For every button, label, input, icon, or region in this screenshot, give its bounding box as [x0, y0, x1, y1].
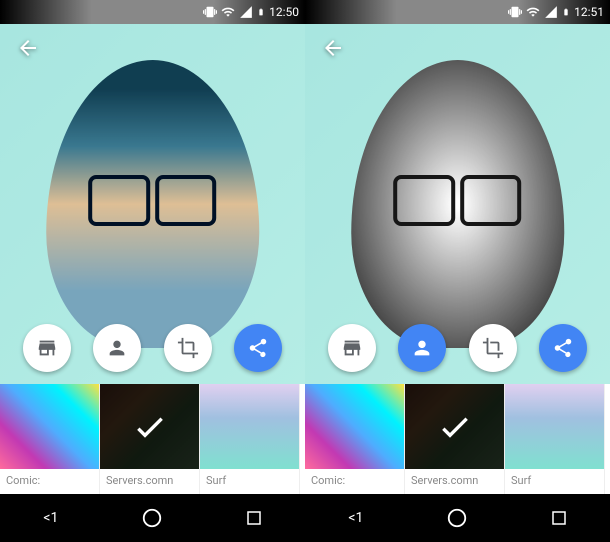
filter-servers[interactable]: Servers.comn	[100, 384, 200, 494]
check-icon	[435, 407, 475, 447]
vibrate-icon	[508, 5, 522, 19]
crop-icon	[482, 337, 504, 359]
glasses-icon	[88, 175, 216, 218]
left-screen: 12:50 Comic: Servers.comn S	[0, 0, 305, 542]
share-icon	[247, 337, 269, 359]
filter-servers[interactable]: Servers.comn	[405, 384, 505, 494]
store-button[interactable]	[23, 324, 71, 372]
battery-icon	[257, 5, 265, 19]
status-bar: 12:51	[305, 0, 610, 24]
nav-home[interactable]	[132, 498, 172, 538]
photo-preview	[305, 24, 610, 384]
filter-comic[interactable]: Comic:	[305, 384, 405, 494]
person-button[interactable]	[93, 324, 141, 372]
header	[8, 28, 48, 68]
nav-back-label: <1	[348, 510, 363, 526]
filter-thumb	[505, 384, 604, 469]
filter-surf[interactable]: Surf	[200, 384, 300, 494]
person-icon	[411, 337, 433, 359]
photo-preview	[0, 24, 305, 384]
glasses-icon	[393, 175, 521, 218]
portrait-bw	[351, 60, 565, 348]
right-screen: 12:51 Comic: Servers.comn S	[305, 0, 610, 542]
filter-label: Comic:	[305, 469, 404, 494]
filter-label: Servers.comn	[405, 469, 504, 494]
filter-thumb	[0, 384, 99, 469]
share-button[interactable]	[539, 324, 587, 372]
arrow-back-icon	[321, 36, 345, 60]
filter-thumb	[100, 384, 199, 469]
action-row	[0, 324, 305, 372]
back-button[interactable]	[313, 28, 353, 68]
filter-strip[interactable]: Comic: Servers.comn Surf	[305, 384, 610, 494]
store-button[interactable]	[328, 324, 376, 372]
square-icon	[245, 509, 263, 527]
nav-recent[interactable]	[539, 498, 579, 538]
crop-icon	[177, 337, 199, 359]
circle-icon	[446, 507, 468, 529]
filter-label: Surf	[505, 469, 604, 494]
filter-strip[interactable]: Comic: Servers.comn Surf	[0, 384, 305, 494]
portrait-painted	[46, 60, 260, 348]
crop-button[interactable]	[164, 324, 212, 372]
header	[313, 28, 353, 68]
nav-home[interactable]	[437, 498, 477, 538]
signal-icon	[544, 5, 558, 19]
nav-back[interactable]: <1	[336, 498, 376, 538]
nav-bar: <1	[0, 494, 305, 542]
nav-back-label: <1	[43, 510, 58, 526]
filter-label: Comic:	[0, 469, 99, 494]
status-time: 12:50	[269, 5, 299, 19]
arrow-back-icon	[16, 36, 40, 60]
wifi-icon	[221, 5, 235, 19]
signal-icon	[239, 5, 253, 19]
filter-label: Servers.comn	[100, 469, 199, 494]
action-row	[305, 324, 610, 372]
check-icon	[130, 407, 170, 447]
filter-thumb	[405, 384, 504, 469]
status-bar: 12:50	[0, 0, 305, 24]
filter-comic[interactable]: Comic:	[0, 384, 100, 494]
filter-thumb	[200, 384, 299, 469]
status-time: 12:51	[574, 5, 604, 19]
back-button[interactable]	[8, 28, 48, 68]
nav-bar: <1	[305, 494, 610, 542]
person-button[interactable]	[398, 324, 446, 372]
nav-recent[interactable]	[234, 498, 274, 538]
nav-back[interactable]: <1	[31, 498, 71, 538]
person-icon	[106, 337, 128, 359]
vibrate-icon	[203, 5, 217, 19]
filter-label: Surf	[200, 469, 299, 494]
wifi-icon	[526, 5, 540, 19]
filter-surf[interactable]: Surf	[505, 384, 605, 494]
square-icon	[550, 509, 568, 527]
share-button[interactable]	[234, 324, 282, 372]
crop-button[interactable]	[469, 324, 517, 372]
store-icon	[36, 337, 58, 359]
store-icon	[341, 337, 363, 359]
circle-icon	[141, 507, 163, 529]
share-icon	[552, 337, 574, 359]
filter-thumb	[305, 384, 404, 469]
battery-icon	[562, 5, 570, 19]
